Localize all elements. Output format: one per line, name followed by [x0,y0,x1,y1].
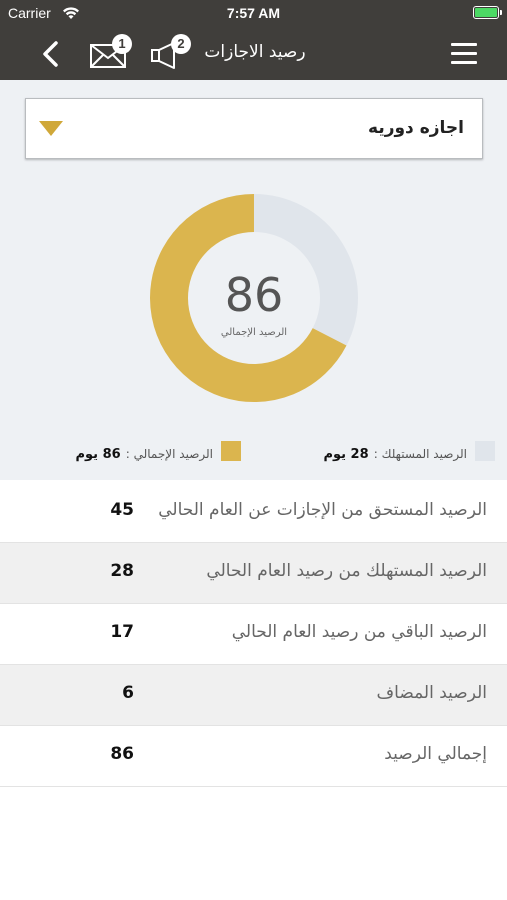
row-label: إجمالي الرصيد [384,744,487,764]
row-value: 17 [110,622,134,642]
balance-list: الرصيد المستحق من الإجازات عن العام الحا… [0,482,507,787]
list-item: الرصيد المستحق من الإجازات عن العام الحا… [0,482,507,543]
balance-summary: اجازه دوريه 86 الرصيد الإجمالي [0,80,507,423]
list-item: الرصيد الباقي من رصيد العام الحالي 17 [0,604,507,665]
row-label: الرصيد المستهلك من رصيد العام الحالي [206,561,487,581]
row-label: الرصيد المستحق من الإجازات عن العام الحا… [158,500,487,520]
list-item: إجمالي الرصيد 86 [0,726,507,787]
status-bar: Carrier 7:57 AM [0,0,507,28]
messages-button[interactable]: 1 [90,34,132,70]
legend-total-swatch [221,441,241,461]
leave-type-value: اجازه دوريه [368,118,464,138]
list-item: الرصيد المستهلك من رصيد العام الحالي 28 [0,543,507,604]
row-value: 6 [122,683,134,703]
donut-center-label: الرصيد الإجمالي [220,327,288,338]
row-label: الرصيد الباقي من رصيد العام الحالي [231,622,487,642]
row-label: الرصيد المضاف [376,683,487,703]
page-title: رصيد الاجازات [204,42,306,62]
legend-total-value: 86 يوم [75,447,121,462]
donut-center-value: 86 [224,268,284,322]
mail-badge: 1 [112,34,132,54]
dropdown-arrow-icon [39,121,63,136]
announcements-badge: 2 [171,34,191,54]
legend-consumed-value: 28 يوم [323,447,369,462]
legend-consumed-swatch [475,441,495,461]
leave-type-dropdown[interactable]: اجازه دوريه [25,98,483,159]
legend-total-label: الرصيد الإجمالي : [125,447,213,461]
hamburger-menu-icon[interactable] [451,43,477,65]
legend-consumed-label: الرصيد المستهلك : [373,447,467,461]
legend-total: الرصيد الإجمالي : 86 يوم [41,441,241,462]
clock: 7:57 AM [226,5,281,21]
row-value: 28 [110,561,134,581]
nav-bar: 1 2 رصيد الاجازات [0,28,507,80]
chart-legend: الرصيد المستهلك : 28 يوم الرصيد الإجمالي… [0,423,507,480]
balance-donut-chart: 86 الرصيد الإجمالي [0,180,507,420]
row-value: 86 [110,744,134,764]
list-item: الرصيد المضاف 6 [0,665,507,726]
legend-consumed: الرصيد المستهلك : 28 يوم [295,441,495,462]
row-value: 45 [110,500,134,520]
battery-icon [473,6,502,19]
back-chevron-icon[interactable] [38,39,64,69]
announcements-button[interactable]: 2 [150,34,192,70]
